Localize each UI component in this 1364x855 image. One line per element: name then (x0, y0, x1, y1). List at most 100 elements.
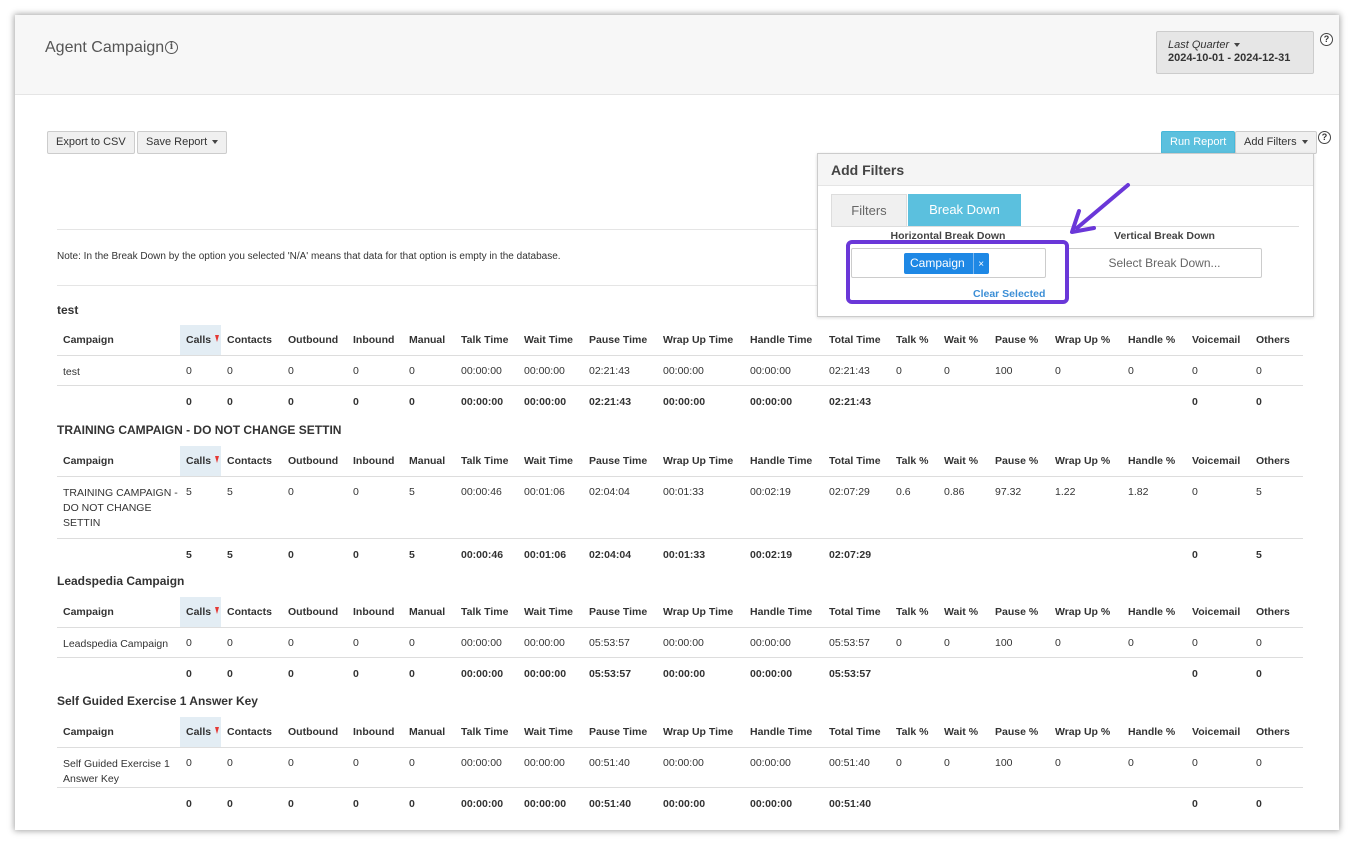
column-header-total-time[interactable]: Total Time (823, 446, 890, 477)
column-header-wrap-up-pct[interactable]: Wrap Up % (1049, 717, 1122, 748)
column-header-wrap-up-pct[interactable]: Wrap Up % (1049, 446, 1122, 477)
column-header-wrap-up-time[interactable]: Wrap Up Time (657, 325, 744, 356)
column-header-handle-time[interactable]: Handle Time (744, 446, 823, 477)
column-header-others[interactable]: Others (1250, 597, 1303, 628)
column-header-manual[interactable]: Manual (403, 325, 455, 356)
column-header-calls[interactable]: Calls (180, 325, 221, 356)
column-header-outbound[interactable]: Outbound (282, 597, 347, 628)
column-header-campaign[interactable]: Campaign (57, 717, 180, 748)
column-header-wrap-up-time[interactable]: Wrap Up Time (657, 446, 744, 477)
column-header-wait-pct[interactable]: Wait % (938, 446, 989, 477)
column-header-pause-time[interactable]: Pause Time (583, 717, 657, 748)
column-header-wait-pct[interactable]: Wait % (938, 717, 989, 748)
column-header-wait-time[interactable]: Wait Time (518, 717, 583, 748)
column-header-handle-time[interactable]: Handle Time (744, 325, 823, 356)
cell-contacts: 5 (221, 476, 282, 539)
column-header-talk-pct[interactable]: Talk % (890, 597, 938, 628)
column-header-handle-pct[interactable]: Handle % (1122, 597, 1186, 628)
column-header-wait-time[interactable]: Wait Time (518, 597, 583, 628)
column-header-pause-pct[interactable]: Pause % (989, 325, 1049, 356)
column-header-wait-pct[interactable]: Wait % (938, 597, 989, 628)
column-header-calls[interactable]: Calls (180, 717, 221, 748)
column-header-voicemail[interactable]: Voicemail (1186, 446, 1250, 477)
column-header-inbound[interactable]: Inbound (347, 717, 403, 748)
column-header-inbound[interactable]: Inbound (347, 597, 403, 628)
column-header-contacts[interactable]: Contacts (221, 597, 282, 628)
column-header-wait-time[interactable]: Wait Time (518, 325, 583, 356)
date-range-picker[interactable]: Last Quarter 2024-10-01 - 2024-12-31 (1156, 31, 1314, 74)
column-header-outbound[interactable]: Outbound (282, 717, 347, 748)
column-header-voicemail[interactable]: Voicemail (1186, 717, 1250, 748)
tab-break-down[interactable]: Break Down (908, 194, 1021, 226)
column-header-wrap-up-time[interactable]: Wrap Up Time (657, 597, 744, 628)
column-header-total-time[interactable]: Total Time (823, 325, 890, 356)
vertical-break-down-select[interactable]: Select Break Down... (1067, 248, 1262, 278)
table-header-row: Campaign Calls Contacts Outbound Inbound Manu… (57, 717, 1303, 748)
column-header-campaign[interactable]: Campaign (57, 446, 180, 477)
cell-wait-time: 00:00:00 (518, 747, 583, 788)
column-header-outbound[interactable]: Outbound (282, 446, 347, 477)
column-header-pause-time[interactable]: Pause Time (583, 446, 657, 477)
column-header-contacts[interactable]: Contacts (221, 717, 282, 748)
column-header-talk-time[interactable]: Talk Time (455, 597, 518, 628)
column-header-pause-time[interactable]: Pause Time (583, 597, 657, 628)
column-header-wait-time[interactable]: Wait Time (518, 446, 583, 477)
column-header-total-time[interactable]: Total Time (823, 597, 890, 628)
cell-wrap-up-time: 00:01:33 (657, 476, 744, 539)
cell-wrap-up-time: 00:00:00 (657, 355, 744, 386)
cell-voicemail: 0 (1186, 627, 1250, 658)
column-header-handle-pct[interactable]: Handle % (1122, 446, 1186, 477)
column-header-handle-pct[interactable]: Handle % (1122, 325, 1186, 356)
add-filters-button[interactable]: Add Filters (1235, 131, 1317, 154)
column-header-pause-pct[interactable]: Pause % (989, 446, 1049, 477)
column-header-wrap-up-time[interactable]: Wrap Up Time (657, 717, 744, 748)
column-header-campaign[interactable]: Campaign (57, 597, 180, 628)
column-header-talk-time[interactable]: Talk Time (455, 717, 518, 748)
total-outbound: 0 (288, 667, 294, 680)
tab-filters[interactable]: Filters (831, 194, 907, 226)
column-header-manual[interactable]: Manual (403, 717, 455, 748)
column-header-voicemail[interactable]: Voicemail (1186, 325, 1250, 356)
column-header-inbound[interactable]: Inbound (347, 446, 403, 477)
cell-inbound: 0 (347, 747, 403, 788)
table-header-row: Campaign Calls Contacts Outbound Inbound Manu… (57, 446, 1303, 477)
column-header-handle-pct[interactable]: Handle % (1122, 717, 1186, 748)
column-header-others[interactable]: Others (1250, 446, 1303, 477)
column-header-pause-time[interactable]: Pause Time (583, 325, 657, 356)
column-header-wrap-up-pct[interactable]: Wrap Up % (1049, 597, 1122, 628)
total-pause-time: 02:04:04 (589, 548, 632, 561)
column-header-outbound[interactable]: Outbound (282, 325, 347, 356)
column-header-talk-pct[interactable]: Talk % (890, 717, 938, 748)
run-report-button[interactable]: Run Report (1161, 131, 1236, 154)
column-header-calls[interactable]: Calls (180, 446, 221, 477)
column-header-total-time[interactable]: Total Time (823, 717, 890, 748)
column-header-wait-pct[interactable]: Wait % (938, 325, 989, 356)
column-header-handle-time[interactable]: Handle Time (744, 597, 823, 628)
column-header-others[interactable]: Others (1250, 717, 1303, 748)
cell-contacts: 0 (221, 627, 282, 658)
column-header-wrap-up-pct[interactable]: Wrap Up % (1049, 325, 1122, 356)
column-header-voicemail[interactable]: Voicemail (1186, 597, 1250, 628)
column-header-calls[interactable]: Calls (180, 597, 221, 628)
help-icon[interactable]: ? (1320, 33, 1333, 46)
column-header-pause-pct[interactable]: Pause % (989, 597, 1049, 628)
column-header-manual[interactable]: Manual (403, 597, 455, 628)
export-csv-button[interactable]: Export to CSV (47, 131, 135, 154)
total-handle-time: 00:02:19 (750, 548, 793, 561)
info-icon[interactable]: i (165, 41, 178, 54)
column-header-manual[interactable]: Manual (403, 446, 455, 477)
column-header-contacts[interactable]: Contacts (221, 446, 282, 477)
column-header-talk-time[interactable]: Talk Time (455, 446, 518, 477)
save-report-button[interactable]: Save Report (137, 131, 228, 154)
column-header-contacts[interactable]: Contacts (221, 325, 282, 356)
column-header-inbound[interactable]: Inbound (347, 325, 403, 356)
column-header-campaign[interactable]: Campaign (57, 325, 180, 356)
table-header-row: Campaign Calls Contacts Outbound Inbound Manu… (57, 325, 1303, 356)
column-header-others[interactable]: Others (1250, 325, 1303, 356)
column-header-talk-pct[interactable]: Talk % (890, 325, 938, 356)
column-header-talk-time[interactable]: Talk Time (455, 325, 518, 356)
help-icon[interactable]: ? (1318, 131, 1331, 144)
column-header-pause-pct[interactable]: Pause % (989, 717, 1049, 748)
column-header-handle-time[interactable]: Handle Time (744, 717, 823, 748)
column-header-talk-pct[interactable]: Talk % (890, 446, 938, 477)
